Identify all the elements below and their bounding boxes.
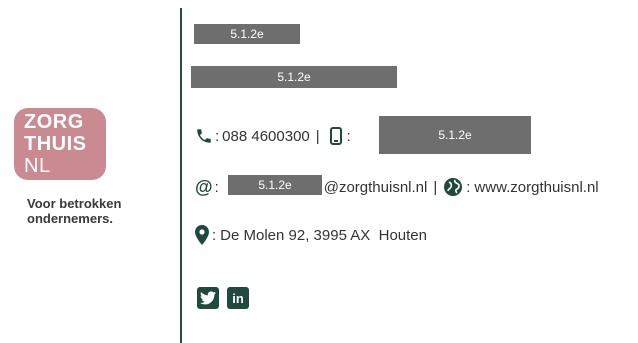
social-links: in (197, 287, 249, 309)
phone-row: : 088 4600300 | : (195, 122, 351, 150)
linkedin-label: in (232, 290, 244, 306)
vertical-divider (180, 8, 182, 343)
globe-icon (443, 177, 463, 197)
address-row: : De Molen 92, 3995 AX Houten (195, 222, 427, 248)
logo-line-3: NL (24, 155, 51, 177)
pipe-separator-2: | (433, 178, 438, 196)
zorgthuis-logo: ZORG THUIS NL (14, 108, 106, 180)
twitter-icon[interactable] (197, 287, 219, 309)
phone-number[interactable]: 088 4600300 (222, 128, 310, 145)
logo-line-2: THUIS (24, 133, 87, 155)
redacted-title: 5.1.2e (191, 66, 397, 88)
website-link[interactable]: www.zorgthuisnl.nl (474, 179, 598, 196)
mobile-icon (329, 127, 342, 145)
logo-tagline: Voor betrokken ondernemers. (27, 196, 122, 226)
web-separator: : (466, 178, 471, 196)
email-domain[interactable]: @zorgthuisnl.nl (324, 179, 428, 196)
phone-separator: : (215, 127, 220, 145)
pipe-separator-1: | (315, 127, 320, 145)
at-icon: @ (195, 176, 213, 197)
email-separator: : (214, 178, 219, 196)
address-text: De Molen 92, 3995 AX Houten (220, 226, 427, 244)
phone-icon (195, 127, 213, 145)
mobile-separator: : (346, 127, 351, 145)
location-pin-icon (195, 225, 209, 245)
address-separator: : (212, 226, 217, 244)
redacted-mobile-number: 5.1.2e (379, 116, 531, 154)
redacted-email-user: 5.1.2e (228, 175, 322, 195)
logo-line-1: ZORG (24, 111, 84, 133)
redacted-name: 5.1.2e (194, 24, 300, 44)
linkedin-icon[interactable]: in (227, 287, 249, 309)
